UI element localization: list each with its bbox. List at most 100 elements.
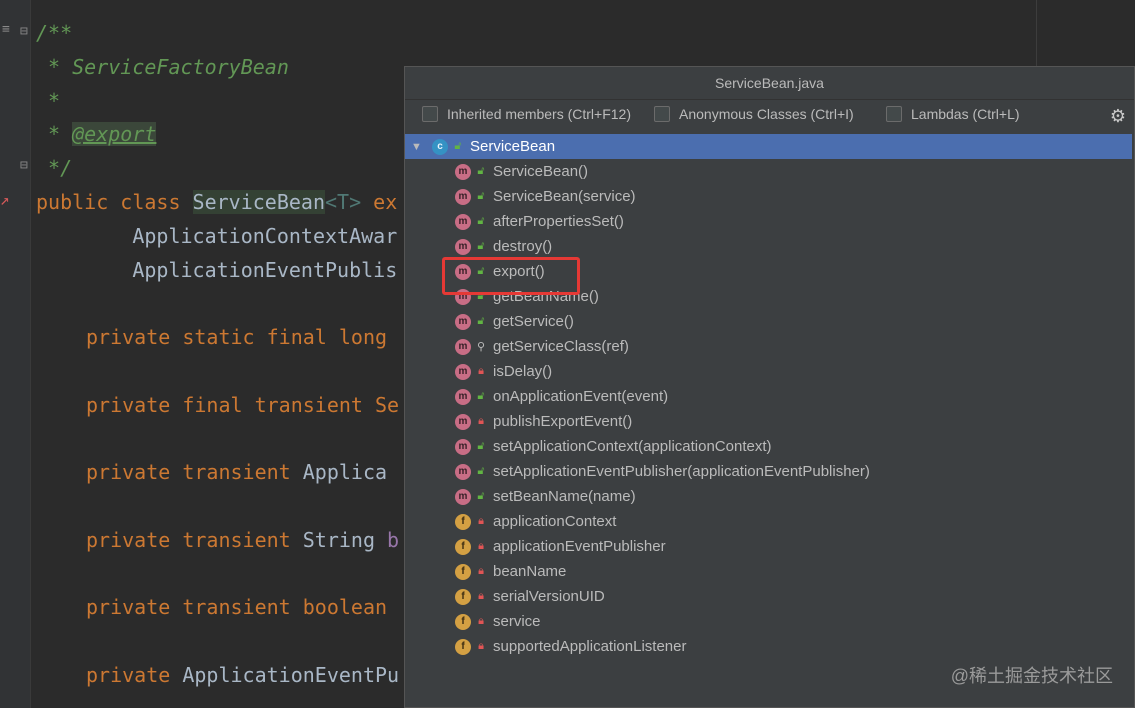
tree-item-label: service (493, 613, 541, 630)
method-icon: m (455, 188, 471, 205)
checkbox-label: Anonymous Classes (Ctrl+I) (679, 106, 854, 122)
checkbox-box[interactable] (654, 106, 670, 122)
method-icon: m (455, 238, 471, 255)
javadoc-tag: @export (72, 122, 157, 146)
method-row[interactable]: m 🔓︎ afterPropertiesSet() (405, 209, 1134, 234)
public-visibility-icon: 🔓︎ (477, 240, 485, 252)
code-line-11: private transient Applica (86, 459, 387, 485)
method-row[interactable]: m 🔒︎ publishExportEvent() (405, 409, 1134, 434)
gear-icon[interactable]: ⚙ (1110, 106, 1126, 127)
tree-item-label: supportedApplicationListener (493, 638, 687, 655)
public-visibility-icon: 🔓︎ (454, 140, 462, 152)
code-line-10: private final transient Se (86, 392, 399, 418)
field-type: Applica (302, 460, 388, 484)
method-row[interactable]: m 🔒︎ isDelay() (405, 359, 1134, 384)
package-visibility-icon: ⚲ (476, 341, 486, 353)
public-visibility-icon: 🔓︎ (477, 490, 485, 502)
tree-item-label: onApplicationEvent(event) (493, 388, 669, 405)
method-row[interactable]: m 🔓︎ setApplicationEventPublisher(applicat… (405, 459, 1134, 484)
method-icon: m (455, 363, 471, 380)
field-icon: f (455, 588, 471, 605)
tree-item-label: setApplicationEventPublisher(application… (493, 463, 870, 480)
method-row[interactable]: m 🔓︎ destroy() (405, 234, 1134, 259)
code-line-4: * @export (36, 121, 157, 147)
private-visibility-icon: 🔒︎ (478, 515, 484, 527)
field-row[interactable]: f 🔒︎ serialVersionUID (405, 584, 1134, 609)
gutter-marker-icon: ≡ (2, 22, 10, 37)
editor-gutter (0, 0, 30, 708)
private-visibility-icon: 🔒︎ (478, 640, 484, 652)
private-visibility-icon: 🔒︎ (478, 415, 484, 427)
file-structure-popup[interactable]: ServiceBean.java Inherited members (Ctrl… (404, 66, 1135, 708)
checkbox-box[interactable] (422, 106, 438, 122)
anonymous-classes-checkbox[interactable]: Anonymous Classes (Ctrl+I) (654, 106, 854, 122)
public-visibility-icon: 🔓︎ (477, 440, 485, 452)
method-row[interactable]: m 🔓︎ getService() (405, 309, 1134, 334)
extends-keyword: ex (361, 190, 398, 214)
gutter-divider (30, 0, 31, 708)
method-icon: m (455, 488, 471, 505)
tree-item-label: getService() (493, 313, 574, 330)
expand-arrow-icon[interactable]: ▼ (411, 141, 422, 153)
code-line-5: */ (36, 156, 73, 180)
method-icon: m (455, 163, 471, 180)
implementation-marker-icon[interactable]: ↗ (0, 190, 10, 209)
tree-item-label: setBeanName(name) (493, 488, 636, 505)
tree-item-label: setApplicationContext(applicationContext… (493, 438, 772, 455)
tree-item-label: isDelay() (493, 363, 553, 380)
checkbox-box[interactable] (886, 106, 902, 122)
class-icon: c (432, 138, 448, 155)
lambdas-checkbox[interactable]: Lambdas (Ctrl+L) (886, 106, 1020, 122)
field-modifiers: private (86, 663, 183, 687)
method-row[interactable]: m ⚲ getServiceClass(ref) (405, 334, 1134, 359)
type-param: <T> (325, 190, 362, 214)
checkbox-label: Inherited members (Ctrl+F12) (447, 106, 632, 122)
field-row[interactable]: f 🔒︎ applicationEventPublisher (405, 534, 1134, 559)
field-row[interactable]: f 🔒︎ beanName (405, 559, 1134, 584)
field-name: b (375, 528, 400, 552)
fold-open-icon[interactable]: ⊟ (20, 24, 28, 39)
code-line-13: private transient boolean (86, 595, 388, 619)
tree-item-label: beanName (493, 563, 567, 580)
public-visibility-icon: 🔓︎ (477, 465, 485, 477)
code-line-1: /** (36, 21, 73, 45)
method-row[interactable]: m 🔓︎ setApplicationContext(applicationCont… (405, 434, 1134, 459)
tree-root-row[interactable]: ▼ c 🔓︎ ServiceBean (405, 134, 1132, 159)
private-visibility-icon: 🔒︎ (478, 565, 484, 577)
method-icon: m (455, 463, 471, 480)
tree-item-label: destroy() (493, 238, 553, 255)
watermark: @稀土掘金技术社区 (950, 666, 1113, 686)
private-visibility-icon: 🔒︎ (478, 365, 484, 377)
method-icon: m (455, 438, 471, 455)
method-row[interactable]: m 🔓︎ ServiceBean(service) (405, 184, 1134, 209)
field-modifiers: private final transient (86, 393, 375, 417)
public-visibility-icon: 🔓︎ (477, 315, 485, 327)
private-visibility-icon: 🔒︎ (478, 615, 484, 627)
public-visibility-icon: 🔓︎ (477, 390, 485, 402)
field-modifiers: private transient (86, 460, 303, 484)
public-visibility-icon: 🔓︎ (477, 215, 485, 227)
tree-item-label: applicationEventPublisher (493, 538, 666, 555)
field-row[interactable]: f 🔒︎ supportedApplicationListener (405, 634, 1134, 659)
method-icon: m (455, 388, 471, 405)
field-icon: f (455, 638, 471, 655)
tree-item-label: serialVersionUID (493, 588, 605, 605)
field-row[interactable]: f 🔒︎ applicationContext (405, 509, 1134, 534)
tree-item-label: ServiceBean() (493, 163, 589, 180)
popup-title[interactable]: ServiceBean.java (405, 67, 1134, 100)
method-row[interactable]: m 🔓︎ onApplicationEvent(event) (405, 384, 1134, 409)
method-row[interactable]: m 🔓︎ setBeanName(name) (405, 484, 1134, 509)
code-line-6: public class ServiceBean<T> ex (36, 189, 397, 215)
field-row[interactable]: f 🔒︎ service (405, 609, 1134, 634)
tree-item-label: getServiceClass(ref) (493, 338, 629, 355)
field-type: ApplicationEventPu (182, 663, 400, 687)
tree-root-label: ServiceBean (470, 138, 556, 155)
code-line-14: private ApplicationEventPu (86, 662, 399, 688)
fold-close-icon[interactable]: ⊟ (20, 158, 28, 173)
tree-item-label: publishExportEvent() (493, 413, 633, 430)
code-line-3: * (36, 89, 61, 113)
popup-options-bar: Inherited members (Ctrl+F12) Anonymous C… (405, 100, 1134, 132)
method-row[interactable]: m 🔓︎ ServiceBean() (405, 159, 1134, 184)
checkbox-label: Lambdas (Ctrl+L) (911, 106, 1020, 122)
inherited-members-checkbox[interactable]: Inherited members (Ctrl+F12) (422, 106, 631, 122)
